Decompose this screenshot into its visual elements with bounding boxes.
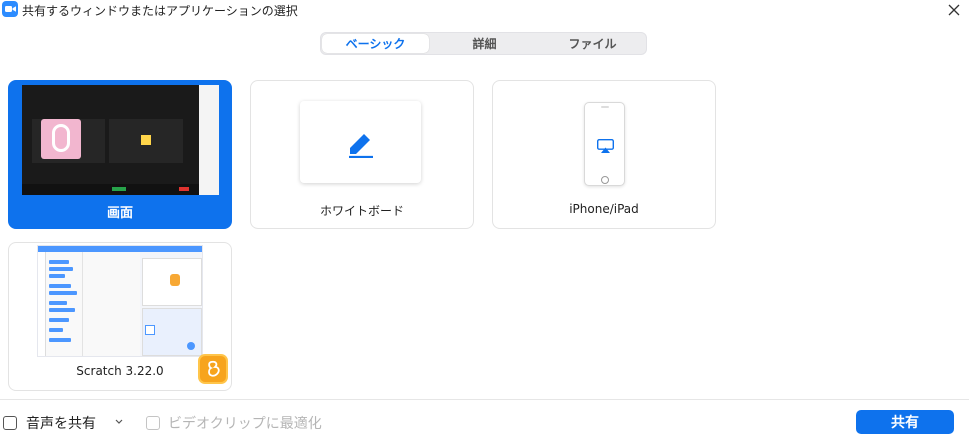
window-title: 共有するウィンドウまたはアプリケーションの選択 [22,4,298,18]
chevron-down-icon[interactable] [114,418,124,426]
pen-icon [349,134,373,158]
share-audio-checkbox[interactable] [3,416,17,430]
option-label-screen: 画面 [106,206,133,221]
zoom-camera-icon [2,1,18,17]
footer-divider [0,399,969,400]
share-tabs: ベーシック 詳細 ファイル [320,32,647,55]
phone-thumbnail [584,102,625,186]
tab-files[interactable]: ファイル [539,34,646,53]
share-audio-label: 音声を共有 [26,416,96,432]
option-label-whiteboard: ホワイトボード [319,204,404,218]
screen-thumbnail [22,85,219,195]
airplay-icon [597,139,614,153]
tab-advanced[interactable]: 詳細 [431,34,538,53]
scratch-app-icon [198,354,228,384]
share-button[interactable]: 共有 [856,410,954,434]
scratch-window-thumbnail [37,245,203,357]
share-option-screen[interactable]: 画面 [8,80,232,229]
share-option-whiteboard[interactable]: ホワイトボード [250,80,474,229]
share-option-iphone-ipad[interactable]: iPhone/iPad [492,80,716,229]
tab-basic[interactable]: ベーシック [322,34,429,53]
title-bar: 共有するウィンドウまたはアプリケーションの選択 [0,0,969,22]
option-label-iphone-ipad: iPhone/iPad [569,202,639,216]
optimize-video-label: ビデオクリップに最適化 [168,416,322,432]
share-option-scratch-window[interactable]: Scratch 3.22.0 [8,242,232,391]
close-icon[interactable] [947,3,961,17]
optimize-video-checkbox [146,416,160,430]
whiteboard-thumbnail [300,101,421,183]
